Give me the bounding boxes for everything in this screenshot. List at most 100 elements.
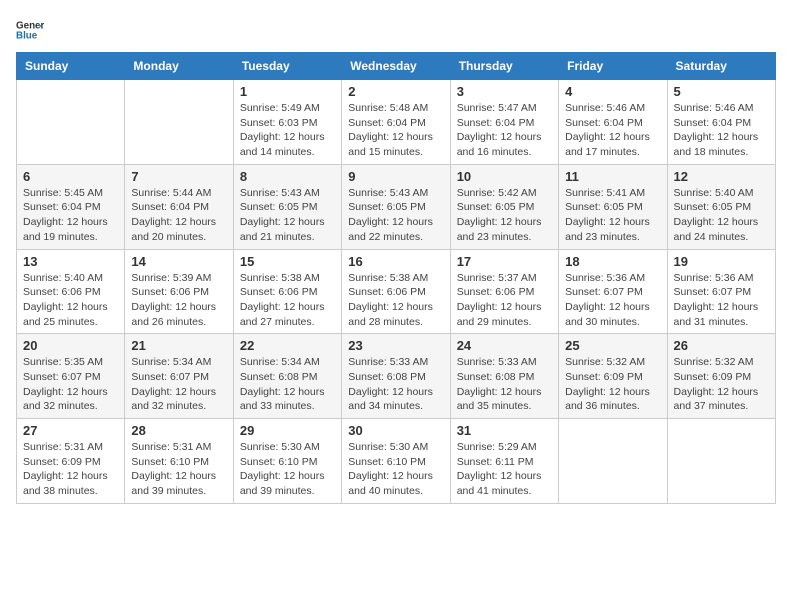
day-number: 19 (674, 254, 769, 269)
calendar-cell: 27 Sunrise: 5:31 AM Sunset: 6:09 PM Dayli… (17, 419, 125, 504)
calendar-cell: 23Sunrise: 5:33 AM Sunset: 6:08 PM Dayli… (342, 334, 450, 419)
day-info: Sunrise: 5:40 AM Sunset: 6:06 PM Dayligh… (23, 271, 118, 330)
calendar-cell: 29Sunrise: 5:30 AM Sunset: 6:10 PM Dayli… (233, 419, 341, 504)
day-number: 15 (240, 254, 335, 269)
day-info: Sunrise: 5:30 AM Sunset: 6:10 PM Dayligh… (240, 440, 335, 499)
calendar-cell (17, 80, 125, 165)
day-info: Sunrise: 5:31 AM Sunset: 6:09 PM Dayligh… (23, 440, 118, 499)
calendar-week-row: 1Sunrise: 5:49 AM Sunset: 6:03 PM Daylig… (17, 80, 776, 165)
calendar-cell: 22Sunrise: 5:34 AM Sunset: 6:08 PM Dayli… (233, 334, 341, 419)
day-number: 5 (674, 84, 769, 99)
day-number: 3 (457, 84, 552, 99)
calendar-cell: 31 Sunrise: 5:29 AM Sunset: 6:11 PM Dayli… (450, 419, 558, 504)
day-info: Sunrise: 5:47 AM Sunset: 6:04 PM Dayligh… (457, 101, 552, 160)
calendar-cell: 3 Sunrise: 5:47 AM Sunset: 6:04 PM Daylig… (450, 80, 558, 165)
calendar-cell: 10 Sunrise: 5:42 AM Sunset: 6:05 PM Dayli… (450, 164, 558, 249)
day-of-week-header: Wednesday (342, 53, 450, 80)
day-info: Sunrise: 5:36 AM Sunset: 6:07 PM Dayligh… (565, 271, 660, 330)
day-info: Sunrise: 5:46 AM Sunset: 6:04 PM Dayligh… (674, 101, 769, 160)
calendar-cell: 4 Sunrise: 5:46 AM Sunset: 6:04 PM Daylig… (559, 80, 667, 165)
day-of-week-header: Friday (559, 53, 667, 80)
calendar-cell: 14 Sunrise: 5:39 AM Sunset: 6:06 PM Dayli… (125, 249, 233, 334)
day-number: 22 (240, 338, 335, 353)
day-number: 2 (348, 84, 443, 99)
day-info: Sunrise: 5:43 AM Sunset: 6:05 PM Dayligh… (240, 186, 335, 245)
day-number: 18 (565, 254, 660, 269)
day-info: Sunrise: 5:36 AM Sunset: 6:07 PM Dayligh… (674, 271, 769, 330)
day-number: 21 (131, 338, 226, 353)
day-of-week-header: Thursday (450, 53, 558, 80)
day-info: Sunrise: 5:37 AM Sunset: 6:06 PM Dayligh… (457, 271, 552, 330)
day-info: Sunrise: 5:44 AM Sunset: 6:04 PM Dayligh… (131, 186, 226, 245)
calendar-week-row: 27 Sunrise: 5:31 AM Sunset: 6:09 PM Dayli… (17, 419, 776, 504)
calendar-cell: 17 Sunrise: 5:37 AM Sunset: 6:06 PM Dayli… (450, 249, 558, 334)
day-info: Sunrise: 5:45 AM Sunset: 6:04 PM Dayligh… (23, 186, 118, 245)
calendar-cell: 2 Sunrise: 5:48 AM Sunset: 6:04 PM Daylig… (342, 80, 450, 165)
day-of-week-header: Sunday (17, 53, 125, 80)
day-number: 1 (240, 84, 335, 99)
calendar-cell: 7 Sunrise: 5:44 AM Sunset: 6:04 PM Daylig… (125, 164, 233, 249)
calendar-week-row: 6 Sunrise: 5:45 AM Sunset: 6:04 PM Daylig… (17, 164, 776, 249)
calendar-cell (125, 80, 233, 165)
day-number: 28 (131, 423, 226, 438)
calendar-cell: 11Sunrise: 5:41 AM Sunset: 6:05 PM Dayli… (559, 164, 667, 249)
svg-text:Blue: Blue (16, 30, 38, 41)
day-number: 31 (457, 423, 552, 438)
calendar-cell: 18 Sunrise: 5:36 AM Sunset: 6:07 PM Dayli… (559, 249, 667, 334)
calendar-cell: 6 Sunrise: 5:45 AM Sunset: 6:04 PM Daylig… (17, 164, 125, 249)
calendar-week-row: 20 Sunrise: 5:35 AM Sunset: 6:07 PM Dayli… (17, 334, 776, 419)
calendar-cell: 12 Sunrise: 5:40 AM Sunset: 6:05 PM Dayli… (667, 164, 775, 249)
calendar-table: SundayMondayTuesdayWednesdayThursdayFrid… (16, 52, 776, 504)
day-number: 27 (23, 423, 118, 438)
header-row: SundayMondayTuesdayWednesdayThursdayFrid… (17, 53, 776, 80)
calendar-cell (559, 419, 667, 504)
day-of-week-header: Monday (125, 53, 233, 80)
day-number: 14 (131, 254, 226, 269)
day-number: 20 (23, 338, 118, 353)
calendar-cell: 26Sunrise: 5:32 AM Sunset: 6:09 PM Dayli… (667, 334, 775, 419)
day-number: 25 (565, 338, 660, 353)
day-number: 8 (240, 169, 335, 184)
calendar-cell: 30 Sunrise: 5:30 AM Sunset: 6:10 PM Dayli… (342, 419, 450, 504)
day-number: 17 (457, 254, 552, 269)
calendar-cell: 24Sunrise: 5:33 AM Sunset: 6:08 PM Dayli… (450, 334, 558, 419)
calendar-cell: 8 Sunrise: 5:43 AM Sunset: 6:05 PM Daylig… (233, 164, 341, 249)
day-info: Sunrise: 5:35 AM Sunset: 6:07 PM Dayligh… (23, 355, 118, 414)
day-number: 6 (23, 169, 118, 184)
day-info: Sunrise: 5:32 AM Sunset: 6:09 PM Dayligh… (565, 355, 660, 414)
calendar-cell: 5 Sunrise: 5:46 AM Sunset: 6:04 PM Daylig… (667, 80, 775, 165)
day-info: Sunrise: 5:38 AM Sunset: 6:06 PM Dayligh… (240, 271, 335, 330)
calendar-week-row: 13Sunrise: 5:40 AM Sunset: 6:06 PM Dayli… (17, 249, 776, 334)
day-info: Sunrise: 5:46 AM Sunset: 6:04 PM Dayligh… (565, 101, 660, 160)
calendar-cell: 16Sunrise: 5:38 AM Sunset: 6:06 PM Dayli… (342, 249, 450, 334)
day-number: 11 (565, 169, 660, 184)
page-header: General Blue (16, 16, 776, 44)
day-info: Sunrise: 5:43 AM Sunset: 6:05 PM Dayligh… (348, 186, 443, 245)
day-number: 7 (131, 169, 226, 184)
day-info: Sunrise: 5:38 AM Sunset: 6:06 PM Dayligh… (348, 271, 443, 330)
calendar-cell: 19 Sunrise: 5:36 AM Sunset: 6:07 PM Dayli… (667, 249, 775, 334)
day-info: Sunrise: 5:32 AM Sunset: 6:09 PM Dayligh… (674, 355, 769, 414)
calendar-cell: 21 Sunrise: 5:34 AM Sunset: 6:07 PM Dayli… (125, 334, 233, 419)
day-info: Sunrise: 5:42 AM Sunset: 6:05 PM Dayligh… (457, 186, 552, 245)
day-number: 12 (674, 169, 769, 184)
calendar-cell: 1Sunrise: 5:49 AM Sunset: 6:03 PM Daylig… (233, 80, 341, 165)
calendar-cell: 28 Sunrise: 5:31 AM Sunset: 6:10 PM Dayli… (125, 419, 233, 504)
day-info: Sunrise: 5:40 AM Sunset: 6:05 PM Dayligh… (674, 186, 769, 245)
day-info: Sunrise: 5:30 AM Sunset: 6:10 PM Dayligh… (348, 440, 443, 499)
day-info: Sunrise: 5:34 AM Sunset: 6:07 PM Dayligh… (131, 355, 226, 414)
day-number: 30 (348, 423, 443, 438)
day-info: Sunrise: 5:39 AM Sunset: 6:06 PM Dayligh… (131, 271, 226, 330)
day-info: Sunrise: 5:48 AM Sunset: 6:04 PM Dayligh… (348, 101, 443, 160)
day-of-week-header: Saturday (667, 53, 775, 80)
logo: General Blue (16, 16, 44, 44)
calendar-cell (667, 419, 775, 504)
logo-icon: General Blue (16, 16, 44, 44)
calendar-cell: 9Sunrise: 5:43 AM Sunset: 6:05 PM Daylig… (342, 164, 450, 249)
day-info: Sunrise: 5:33 AM Sunset: 6:08 PM Dayligh… (457, 355, 552, 414)
day-number: 4 (565, 84, 660, 99)
day-info: Sunrise: 5:31 AM Sunset: 6:10 PM Dayligh… (131, 440, 226, 499)
day-info: Sunrise: 5:33 AM Sunset: 6:08 PM Dayligh… (348, 355, 443, 414)
day-info: Sunrise: 5:29 AM Sunset: 6:11 PM Dayligh… (457, 440, 552, 499)
day-number: 10 (457, 169, 552, 184)
